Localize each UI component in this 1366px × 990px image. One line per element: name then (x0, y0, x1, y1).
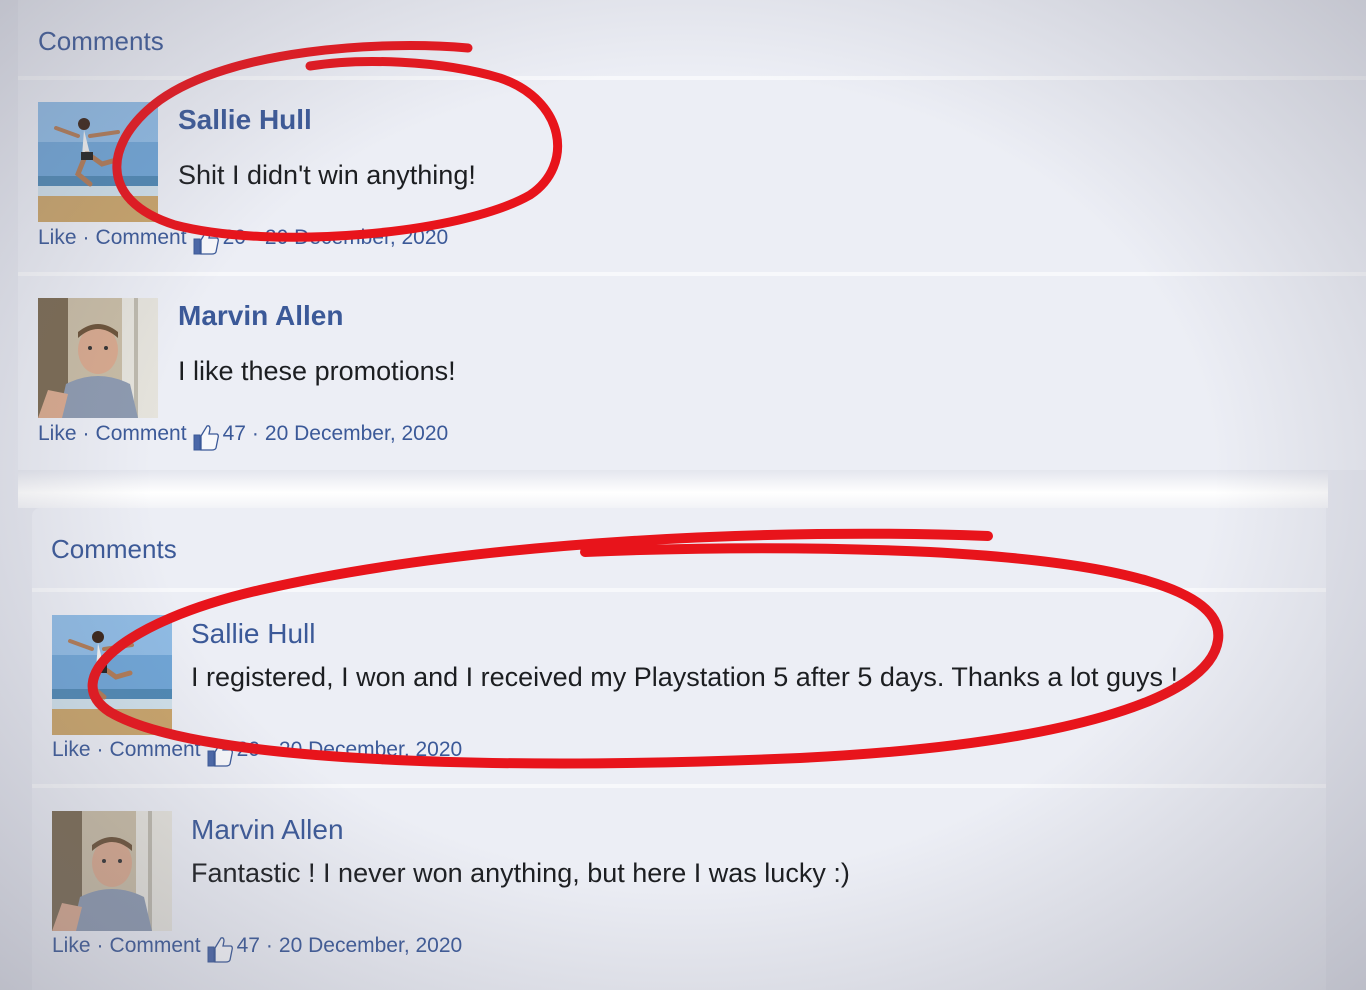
comments-header: Comments (32, 508, 1326, 592)
commenter-name[interactable]: Sallie Hull (191, 618, 316, 650)
comment-date[interactable]: 20 December, 2020 (279, 738, 462, 762)
like-link[interactable]: Like (38, 422, 77, 446)
comment-text: Shit I didn't win anything! (178, 160, 476, 190)
comment-meta: Like · Comment 47 · 20 December, 2020 (38, 419, 448, 449)
comment-link[interactable]: Comment (96, 226, 187, 250)
comment-meta: Like · Comment 47 · 20 December, 2020 (52, 931, 462, 961)
avatar[interactable] (38, 102, 158, 222)
like-link[interactable]: Like (38, 226, 77, 250)
comment-item: Marvin Allen Fantastic ! I never won any… (32, 788, 1326, 988)
comment-meta: Like · Comment 20 · 20 December, 2020 (38, 223, 448, 253)
thumbs-up-icon (205, 738, 235, 768)
comment-link[interactable]: Comment (110, 934, 201, 958)
panel-separator (18, 470, 1328, 508)
commenter-name[interactable]: Marvin Allen (191, 814, 344, 846)
comment-item: Sallie Hull Shit I didn't win anything! … (18, 80, 1366, 272)
like-link[interactable]: Like (52, 738, 91, 762)
like-count: 20 (236, 738, 260, 761)
avatar[interactable] (52, 811, 172, 931)
like-count: 47 (236, 934, 260, 957)
comment-text: I like these promotions! (178, 356, 456, 386)
comment-link[interactable]: Comment (96, 422, 187, 446)
avatar[interactable] (38, 298, 158, 418)
comments-header: Comments (18, 0, 1366, 80)
thumbs-up-icon (191, 422, 221, 452)
comment-link[interactable]: Comment (110, 738, 201, 762)
comment-text: I registered, I won and I received my Pl… (191, 662, 1179, 692)
comment-text: Fantastic ! I never won anything, but he… (191, 858, 850, 888)
thumbs-up-icon (191, 226, 221, 256)
commenter-name[interactable]: Marvin Allen (178, 300, 343, 332)
comment-date[interactable]: 20 December, 2020 (265, 226, 448, 250)
comment-item: Marvin Allen I like these promotions! Li… (18, 276, 1366, 468)
comment-item: Sallie Hull I registered, I won and I re… (32, 592, 1326, 784)
comments-panel-top: Comments Sallie Hull Shit I didn't win a… (18, 0, 1366, 470)
like-count: 47 (222, 422, 246, 445)
like-link[interactable]: Like (52, 934, 91, 958)
comment-meta: Like · Comment 20 · 20 December, 2020 (52, 735, 462, 765)
avatar[interactable] (52, 615, 172, 735)
thumbs-up-icon (205, 934, 235, 964)
like-count: 20 (222, 226, 246, 249)
comments-panel-bottom: Comments Sallie Hull I registered, I won… (32, 508, 1326, 990)
comment-date[interactable]: 20 December, 2020 (265, 422, 448, 446)
comment-date[interactable]: 20 December, 2020 (279, 934, 462, 958)
commenter-name[interactable]: Sallie Hull (178, 104, 312, 136)
